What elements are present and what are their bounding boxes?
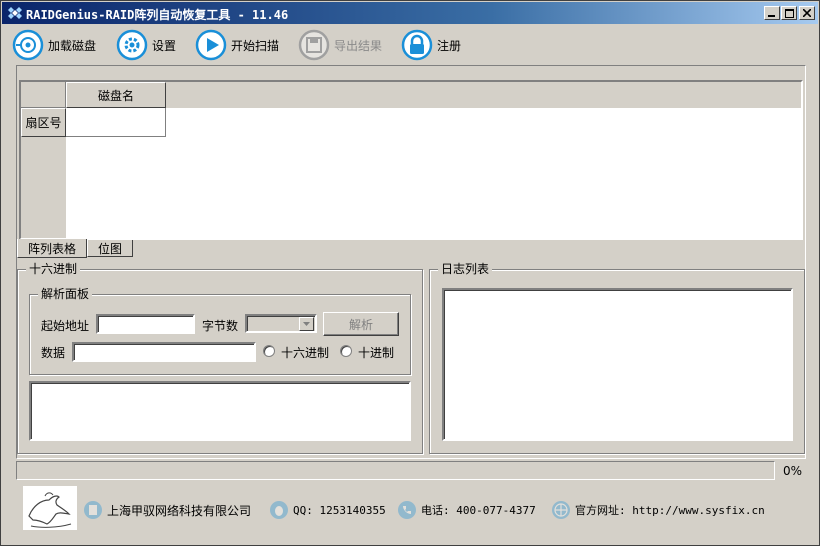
- data-label: 数据: [41, 346, 66, 360]
- start-scan-label: 开始扫描: [231, 38, 280, 53]
- lock-icon: [401, 29, 433, 61]
- parse-button[interactable]: 解析: [323, 312, 399, 336]
- grid-cell[interactable]: [66, 108, 166, 137]
- company-name: 上海甲驭网络科技有限公司: [107, 503, 252, 518]
- horse-logo-icon: [23, 486, 77, 530]
- export-results-button[interactable]: 导出结果: [298, 29, 382, 61]
- maximize-button[interactable]: [781, 6, 797, 20]
- grid-row-header-sector[interactable]: 扇区号: [21, 108, 66, 137]
- load-disk-button[interactable]: 加载磁盘: [12, 29, 96, 61]
- hex-radio[interactable]: [263, 345, 275, 357]
- export-results-label: 导出结果: [334, 38, 383, 53]
- parse-button-label: 解析: [348, 317, 373, 332]
- minimize-button[interactable]: [764, 6, 780, 20]
- grid-corner: [21, 82, 66, 108]
- byte-count-select[interactable]: [245, 314, 317, 333]
- globe-icon: [552, 501, 570, 519]
- array-grid[interactable]: 磁盘名 扇区号: [19, 80, 803, 240]
- row-header-label: 扇区号: [25, 116, 62, 130]
- data-input[interactable]: [72, 342, 256, 362]
- progress-bar: [16, 461, 775, 480]
- phone-number: 电话: 400-077-4377: [421, 504, 536, 517]
- column-header-label: 磁盘名: [97, 88, 134, 103]
- log-list[interactable]: [442, 288, 793, 441]
- decimal-radio-label: 十进制: [358, 346, 395, 360]
- load-disk-label: 加载磁盘: [48, 38, 97, 53]
- hex-output-area[interactable]: [29, 381, 411, 441]
- hex-group-title: 十六进制: [26, 262, 81, 276]
- app-window: RAIDGenius-RAID阵列自动恢复工具 - 11.46 加载磁盘 设置 …: [0, 0, 820, 546]
- qq-info: QQ: 1253140355: [269, 499, 386, 521]
- minimize-icon: [768, 15, 775, 17]
- tab-bitmap-label: 位图: [97, 241, 122, 256]
- chevron-down-icon: [303, 322, 310, 326]
- company-info: 上海甲驭网络科技有限公司: [83, 499, 251, 521]
- byte-count-label: 字节数: [202, 319, 239, 333]
- app-logo-icon: [8, 7, 22, 19]
- start-scan-button[interactable]: 开始扫描: [195, 29, 279, 61]
- disk-load-icon: [12, 29, 44, 61]
- tab-array-table[interactable]: 阵列表格: [17, 239, 87, 258]
- hex-radio-label: 十六进制: [281, 346, 330, 360]
- building-icon: [84, 501, 102, 519]
- register-button[interactable]: 注册: [401, 29, 461, 61]
- qq-number: QQ: 1253140355: [293, 503, 386, 517]
- title-bar[interactable]: RAIDGenius-RAID阵列自动恢复工具 - 11.46: [2, 2, 818, 24]
- play-icon: [195, 29, 227, 61]
- decimal-radio[interactable]: [340, 345, 352, 357]
- phone-info: 电话: 400-077-4377: [397, 499, 536, 521]
- toolbar: 加载磁盘 设置 开始扫描 导出结果 注册: [1, 25, 819, 65]
- grid-column-header-disk-name[interactable]: 磁盘名: [66, 82, 166, 108]
- maximize-icon: [784, 8, 794, 18]
- dropdown-arrow-button[interactable]: [299, 317, 314, 331]
- start-address-input[interactable]: [96, 314, 195, 334]
- close-icon: [803, 9, 811, 17]
- settings-button[interactable]: 设置: [116, 29, 176, 61]
- start-address-label: 起始地址: [41, 319, 90, 333]
- gear-icon: [116, 29, 148, 61]
- phone-icon: [398, 501, 416, 519]
- close-button[interactable]: [799, 6, 815, 20]
- website-url: 官方网址: http://www.sysfix.cn: [575, 504, 765, 517]
- settings-label: 设置: [152, 38, 177, 53]
- parse-panel-title: 解析面板: [38, 287, 93, 301]
- progress-percent: 0%: [783, 464, 803, 478]
- website-info: 官方网址: http://www.sysfix.cn: [551, 499, 765, 521]
- floppy-disk-icon: [298, 29, 330, 61]
- tab-bitmap[interactable]: 位图: [87, 240, 133, 257]
- log-group-title: 日志列表: [438, 262, 493, 276]
- tab-array-table-label: 阵列表格: [27, 241, 76, 256]
- register-label: 注册: [437, 38, 462, 53]
- window-title: RAIDGenius-RAID阵列自动恢复工具 - 11.46: [26, 8, 289, 22]
- qq-penguin-icon: [270, 501, 288, 519]
